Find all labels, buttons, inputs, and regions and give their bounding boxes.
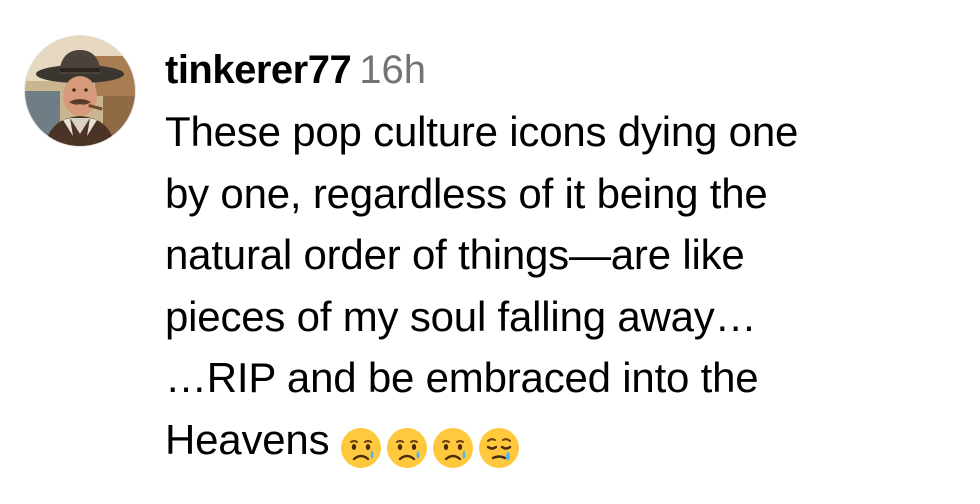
- comment-line: natural order of things—are like: [165, 231, 745, 278]
- emoji-row: [339, 415, 523, 477]
- timestamp: 16h: [359, 48, 426, 92]
- username-link[interactable]: tinkerer77: [165, 48, 352, 92]
- comment-line: pieces of my soul falling away…: [165, 292, 757, 340]
- comment-line: These pop culture icons dying one: [165, 108, 799, 155]
- comment: tinkerer77 16h These pop culture icons dy…: [0, 0, 980, 504]
- comment-header: tinkerer77 16h: [165, 42, 965, 98]
- avatar-image: [25, 36, 135, 146]
- comment-text: These pop culture icons dying one by one…: [165, 101, 965, 476]
- sleepy-face-icon: [477, 426, 521, 470]
- comment-line: by one, regardless of it being the: [165, 169, 768, 217]
- comment-line: Heavens: [165, 415, 330, 463]
- comment-last-line: Heavens: [165, 409, 965, 477]
- comment-line: …RIP and be embraced into the: [165, 354, 759, 401]
- comment-content: tinkerer77 16h These pop culture icons dy…: [165, 42, 965, 476]
- crying-face-icon: [431, 426, 475, 470]
- crying-face-icon: [385, 426, 429, 470]
- avatar[interactable]: [25, 36, 135, 146]
- crying-face-icon: [339, 426, 383, 470]
